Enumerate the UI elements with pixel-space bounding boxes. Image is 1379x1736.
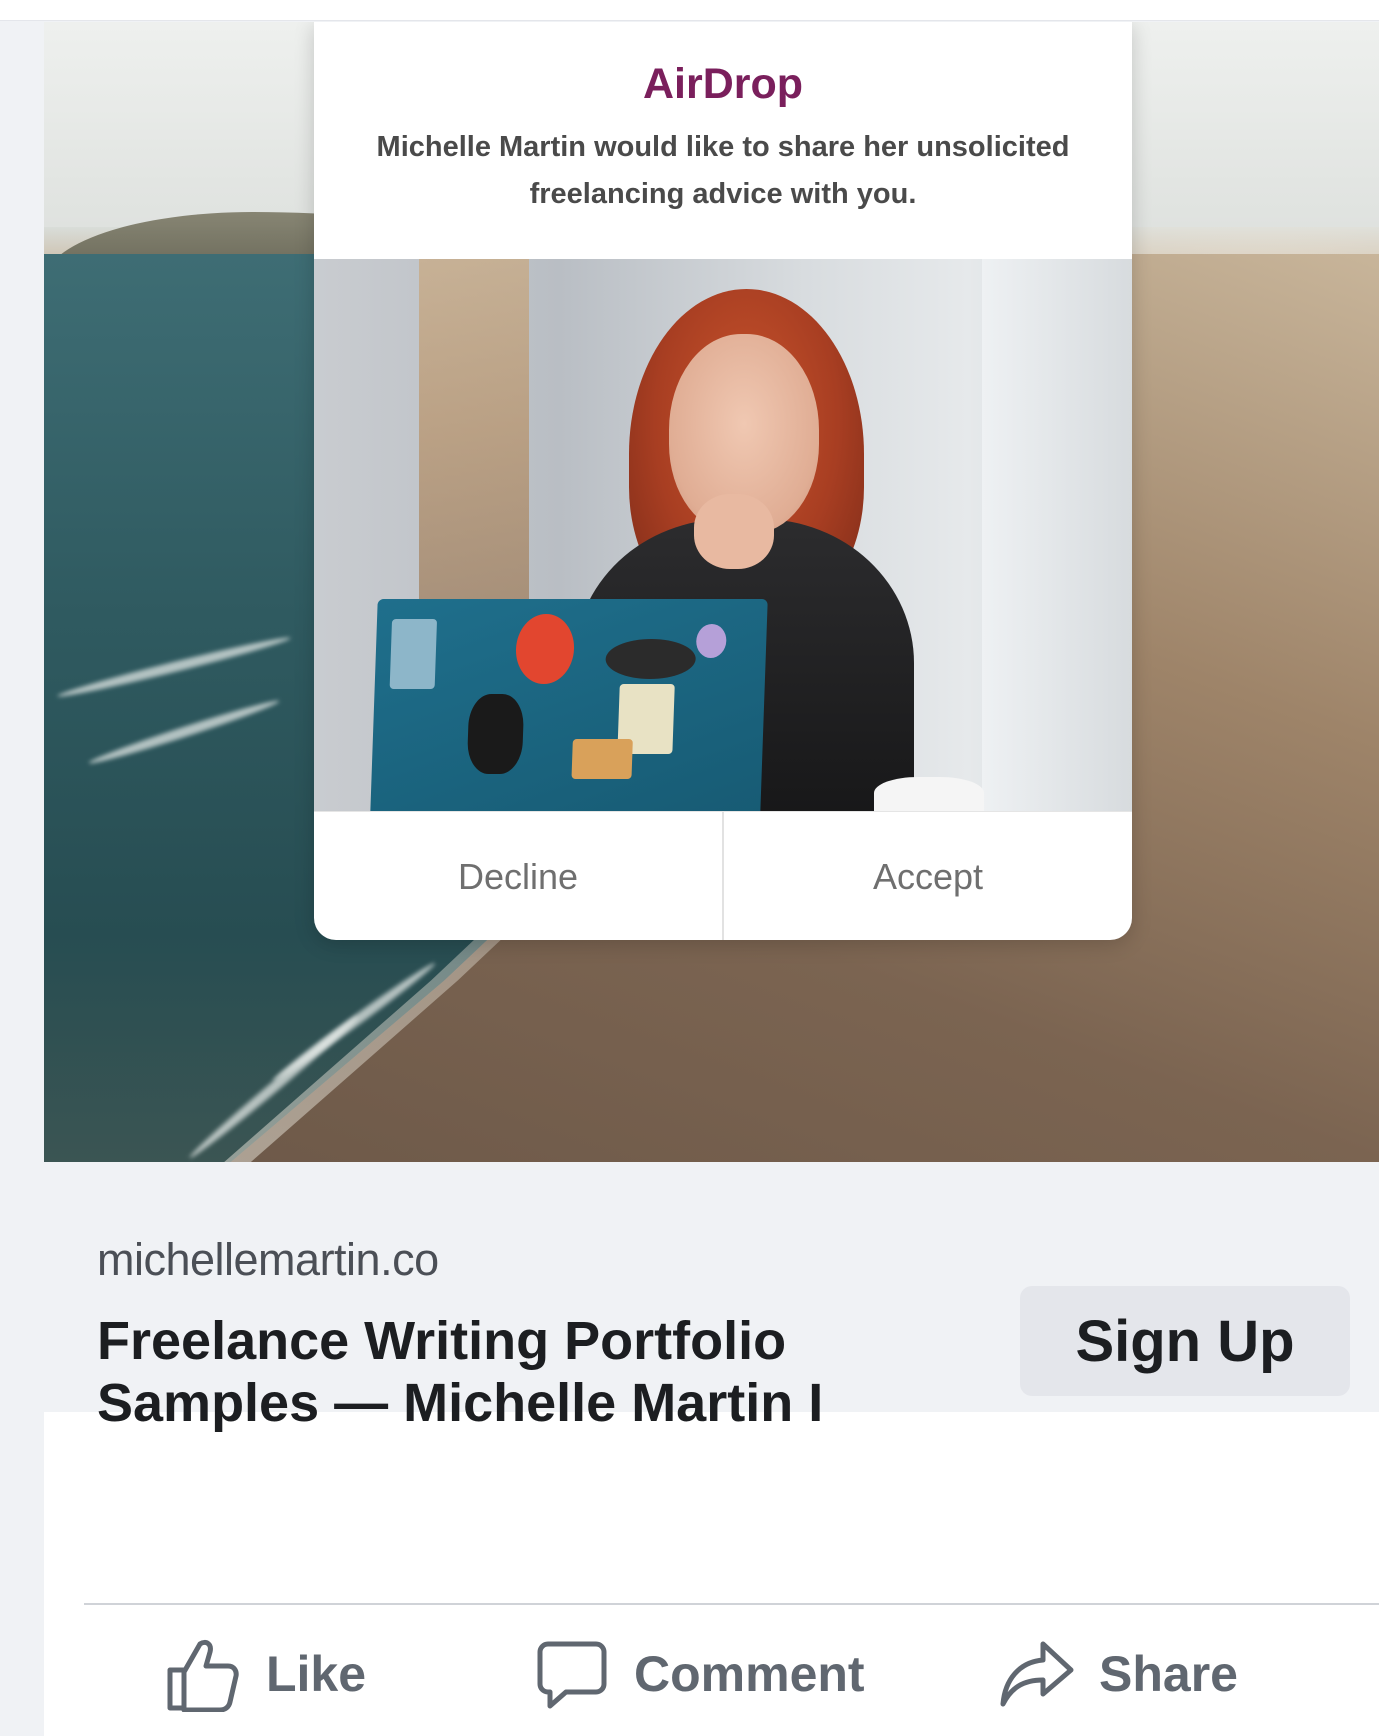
- sign-up-button[interactable]: Sign Up: [1020, 1286, 1350, 1396]
- sticker: [604, 639, 697, 679]
- window: [982, 259, 1132, 811]
- airdrop-message: Michelle Martin would like to share her …: [376, 131, 1070, 210]
- comment-label: Comment: [634, 1646, 865, 1702]
- shared-photo: [314, 259, 1132, 811]
- sticker: [389, 619, 438, 689]
- like-label: Like: [266, 1646, 367, 1702]
- ad-image[interactable]: AirDrop Michelle Martin would like to sh…: [44, 22, 1379, 1162]
- sticker: [466, 694, 525, 774]
- airdrop-actions: Decline Accept: [314, 811, 1132, 940]
- airdrop-title: AirDrop: [642, 60, 804, 108]
- divider: [84, 1603, 1379, 1605]
- comment-bubble-icon: [537, 1641, 607, 1709]
- decline-button[interactable]: Decline: [314, 812, 722, 940]
- share-arrow-icon: [1000, 1641, 1074, 1707]
- laptop: [370, 599, 768, 811]
- airdrop-dialog: AirDrop Michelle Martin would like to sh…: [314, 22, 1132, 940]
- share-button[interactable]: Share: [999, 1612, 1238, 1736]
- sticker: [514, 614, 576, 684]
- sticker: [571, 739, 633, 779]
- person-hand: [694, 494, 774, 569]
- post-actions: Like Comment Share: [44, 1612, 1379, 1736]
- thumbs-up-icon: [167, 1639, 239, 1712]
- like-button[interactable]: Like: [164, 1612, 366, 1736]
- sticker: [695, 624, 727, 658]
- link-domain: michellemartin.co: [97, 1234, 439, 1285]
- comment-button[interactable]: Comment: [534, 1612, 865, 1736]
- sponsored-post: AirDrop Michelle Martin would like to sh…: [44, 22, 1379, 1736]
- link-title: Freelance Writing Portfolio Samples — Mi…: [97, 1311, 824, 1433]
- accept-button[interactable]: Accept: [722, 812, 1132, 940]
- link-preview[interactable]: michellemartin.co Freelance Writing Port…: [44, 1162, 1379, 1433]
- share-label: Share: [1099, 1646, 1238, 1702]
- cup: [874, 777, 984, 811]
- top-bar: [0, 0, 1379, 21]
